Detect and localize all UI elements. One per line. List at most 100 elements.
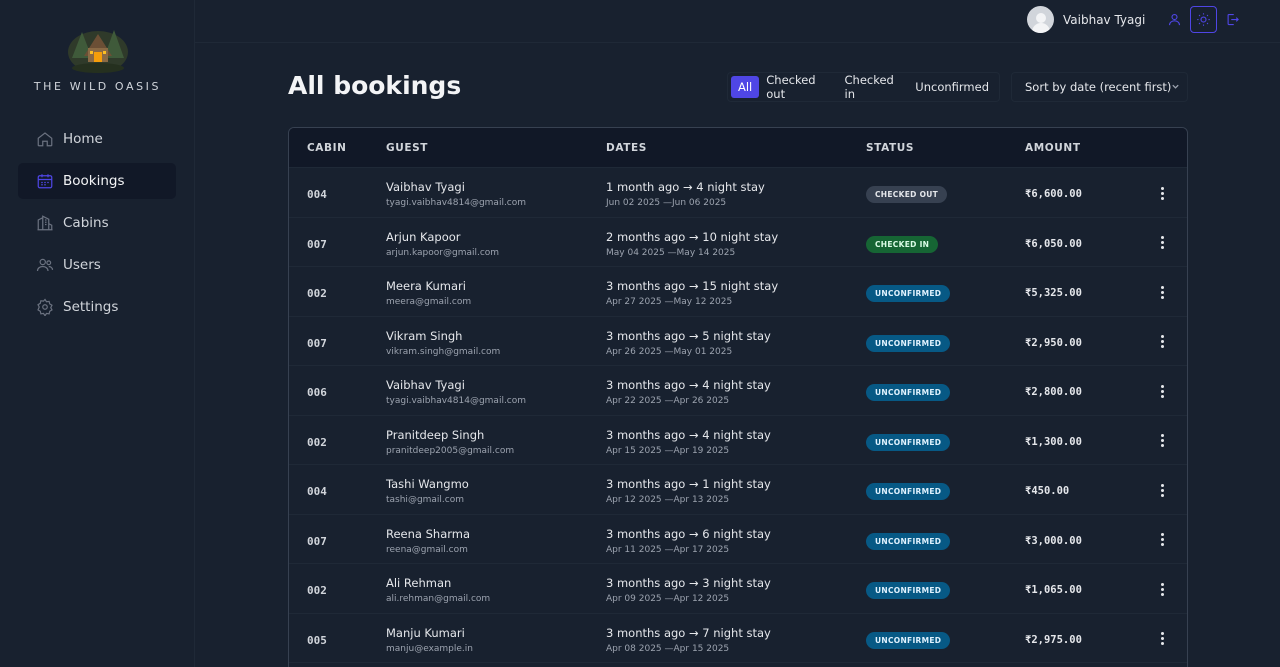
amount: ₹1,065.00 <box>1025 584 1082 596</box>
brand-name: THE WILD OASIS <box>33 80 162 93</box>
status-badge: CHECKED OUT <box>866 186 948 203</box>
stay-summary: 3 months ago → 5 night stay <box>606 328 771 343</box>
more-vertical-icon <box>1160 632 1164 635</box>
cabin-number: 007 <box>307 336 327 350</box>
user-name: Vaibhav Tyagi <box>1063 12 1146 27</box>
cabin-number: 004 <box>307 485 327 498</box>
header-cabin: CABIN <box>307 141 347 154</box>
sidebar-nav: Home Bookings Cabins Users Settings <box>18 121 176 331</box>
logo-image <box>67 30 128 73</box>
date-range: May 04 2025 —May 14 2025 <box>606 247 736 258</box>
amount: ₹6,600.00 <box>1025 188 1082 200</box>
sidebar-item-label: Bookings <box>63 173 125 189</box>
status-filter: All Checked out Checked in Unconfirmed <box>727 72 1000 102</box>
stay-summary: 2 months ago → 10 night stay <box>606 229 779 244</box>
top-header: Vaibhav Tyagi <box>195 0 1280 43</box>
table-body: 004 Vaibhav Tyagi tyagi.vaibhav4814@gmai… <box>289 168 1187 663</box>
table-row: 007 Arjun Kapoor arjun.kapoor@gmail.com … <box>289 218 1187 267</box>
account-button[interactable] <box>1161 6 1188 33</box>
guest-name: Reena Sharma <box>386 526 471 541</box>
bookings-table: CABIN GUEST DATES STATUS AMOUNT 004 Vaib… <box>288 127 1188 667</box>
sidebar-item-settings[interactable]: Settings <box>18 289 176 325</box>
date-range: Apr 08 2025 —Apr 15 2025 <box>606 643 730 654</box>
sidebar-item-bookings[interactable]: Bookings <box>18 163 176 199</box>
guest-email: manju@example.in <box>386 643 473 654</box>
theme-toggle-button[interactable] <box>1190 6 1217 33</box>
more-vertical-icon <box>1160 335 1164 338</box>
user-profile[interactable]: Vaibhav Tyagi <box>1027 6 1145 33</box>
filter-unconfirmed-button[interactable]: Unconfirmed <box>908 76 996 98</box>
row-menu-button[interactable] <box>1155 233 1169 253</box>
guest-name: Pranitdeep Singh <box>386 427 485 442</box>
stay-summary: 3 months ago → 4 night stay <box>606 427 771 442</box>
page-title: All bookings <box>288 71 462 100</box>
row-menu-button[interactable] <box>1155 282 1169 302</box>
stay-summary: 1 month ago → 4 night stay <box>606 180 765 194</box>
guest-email: tashi@gmail.com <box>386 495 465 505</box>
guest-email: arjun.kapoor@gmail.com <box>386 247 500 258</box>
row-menu-button[interactable] <box>1155 579 1169 599</box>
sidebar-item-users[interactable]: Users <box>18 247 176 283</box>
row-menu-button[interactable] <box>1155 480 1169 500</box>
filter-all-button[interactable]: All <box>731 76 760 98</box>
table-row: 007 Reena Sharma reena@gmail.com 3 month… <box>289 515 1187 564</box>
stay-summary: 3 months ago → 3 night stay <box>606 576 771 590</box>
home-icon <box>36 130 54 148</box>
more-vertical-icon <box>1160 186 1164 190</box>
guest-email: tyagi.vaibhav4814@gmail.com <box>386 396 527 406</box>
more-vertical-icon <box>1160 285 1164 289</box>
guest-name: Manju Kumari <box>386 625 465 640</box>
user-icon <box>1168 13 1181 26</box>
more-vertical-icon <box>1160 533 1164 536</box>
date-range: Jun 02 2025 —Jun 06 2025 <box>606 198 727 208</box>
logout-icon <box>1227 13 1239 26</box>
row-menu-button[interactable] <box>1155 332 1169 352</box>
table-row: 004 Tashi Wangmo tashi@gmail.com 3 month… <box>289 465 1187 515</box>
sidebar-item-cabins[interactable]: Cabins <box>18 205 176 241</box>
guest-email: vikram.singh@gmail.com <box>386 346 501 357</box>
amount: ₹2,800.00 <box>1025 386 1082 398</box>
cabin-number: 006 <box>307 386 327 399</box>
row-menu-button[interactable] <box>1155 530 1169 550</box>
sidebar: THE WILD OASIS Home Bookings Cabins User… <box>0 0 195 667</box>
table-row: 007 Vikram Singh vikram.singh@gmail.com … <box>289 317 1187 366</box>
filter-checked-in-button[interactable]: Checked in <box>838 73 909 101</box>
header-amount: AMOUNT <box>1025 141 1081 154</box>
table-row: 005 Manju Kumari manju@example.in 3 mont… <box>289 614 1187 663</box>
status-badge: UNCONFIRMED <box>866 433 951 451</box>
status-badge: UNCONFIRMED <box>866 285 951 302</box>
cabin-number: 005 <box>307 633 327 647</box>
header-guest: GUEST <box>386 141 429 154</box>
more-vertical-icon <box>1160 582 1164 586</box>
row-menu-button[interactable] <box>1155 381 1169 401</box>
avatar <box>1027 6 1054 33</box>
amount: ₹2,975.00 <box>1025 633 1082 646</box>
sidebar-item-label: Settings <box>63 299 119 315</box>
table-row: 002 Ali Rehman ali.rehman@gmail.com 3 mo… <box>289 564 1187 614</box>
amount: ₹5,325.00 <box>1025 287 1082 299</box>
sidebar-item-label: Home <box>63 131 103 147</box>
status-badge: UNCONFIRMED <box>866 532 951 550</box>
date-range: Apr 27 2025 —May 12 2025 <box>606 297 733 307</box>
row-menu-button[interactable] <box>1155 629 1169 649</box>
filter-checked-out-button[interactable]: Checked out <box>759 73 837 101</box>
logout-button[interactable] <box>1219 6 1246 33</box>
date-range: Apr 22 2025 —Apr 26 2025 <box>606 396 730 406</box>
guest-email: reena@gmail.com <box>386 544 468 555</box>
more-vertical-icon <box>1160 434 1164 437</box>
sidebar-item-home[interactable]: Home <box>18 121 176 157</box>
guest-email: meera@gmail.com <box>386 297 472 307</box>
more-vertical-icon <box>1160 384 1164 388</box>
guest-name: Vaibhav Tyagi <box>386 378 465 392</box>
sort-select-value: Sort by date (recent first) <box>1025 80 1172 94</box>
guest-name: Vikram Singh <box>386 328 463 343</box>
table-row: 004 Vaibhav Tyagi tyagi.vaibhav4814@gmai… <box>289 168 1187 218</box>
row-menu-button[interactable] <box>1155 431 1169 451</box>
amount: ₹3,000.00 <box>1025 534 1082 547</box>
sidebar-item-label: Cabins <box>63 215 109 231</box>
sort-select[interactable]: Sort by date (recent first) <box>1011 72 1188 102</box>
date-range: Apr 11 2025 —Apr 17 2025 <box>606 544 730 555</box>
row-menu-button[interactable] <box>1155 183 1169 203</box>
guest-name: Arjun Kapoor <box>386 229 461 244</box>
cabin-number: 002 <box>307 287 327 300</box>
